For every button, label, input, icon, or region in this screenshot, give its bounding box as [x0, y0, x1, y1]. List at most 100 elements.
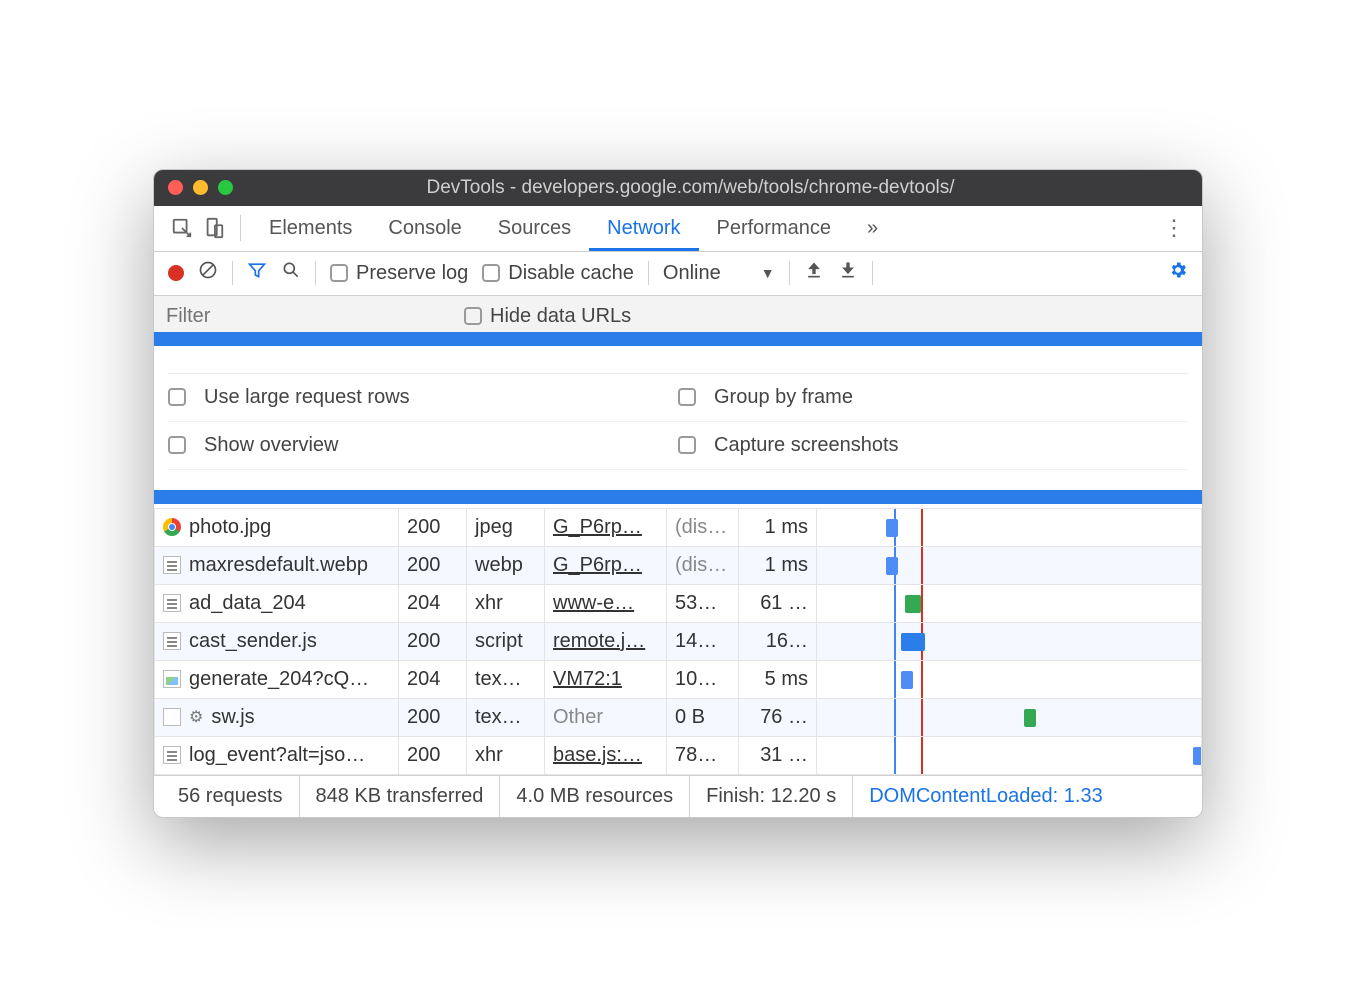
initiator-link[interactable]: remote.j… — [553, 630, 645, 652]
tab-sources[interactable]: Sources — [480, 206, 589, 251]
table-row[interactable]: ad_data_204204xhrwww-e…53…61 … — [155, 584, 1202, 622]
hide-data-urls-checkbox[interactable]: Hide data URLs — [464, 305, 631, 328]
kebab-menu-icon[interactable]: ⋮ — [1158, 215, 1190, 241]
separator — [232, 261, 233, 285]
status-cell: 204 — [399, 660, 467, 698]
waterfall-cell — [817, 508, 1202, 546]
separator — [872, 261, 873, 285]
waterfall-bar — [901, 671, 913, 689]
table-row[interactable]: cast_sender.js200scriptremote.j…14…16… — [155, 622, 1202, 660]
record-button[interactable] — [168, 265, 184, 281]
checkbox-icon — [464, 307, 482, 325]
panel-tabstrip: ElementsConsoleSourcesNetworkPerformance… — [154, 206, 1202, 252]
table-header-peek — [168, 470, 1188, 488]
size-cell: (dis… — [667, 508, 739, 546]
initiator-link[interactable]: Other — [553, 706, 603, 728]
status-dcl: DOMContentLoaded: 1.33 — [853, 776, 1119, 817]
titlebar[interactable]: DevTools - developers.google.com/web/too… — [154, 170, 1202, 206]
divider — [240, 215, 241, 241]
size-cell: 0 B — [667, 698, 739, 736]
time-cell: 16… — [739, 622, 817, 660]
request-name: log_event?alt=jso… — [189, 744, 365, 767]
request-name: ad_data_204 — [189, 592, 306, 615]
preserve-log-checkbox[interactable]: Preserve log — [330, 262, 468, 285]
waterfall-bar — [1024, 709, 1036, 727]
file-icon — [163, 708, 181, 726]
time-cell: 61 … — [739, 584, 817, 622]
status-cell: 200 — [399, 546, 467, 584]
type-cell: tex… — [467, 660, 545, 698]
upload-har-button[interactable] — [804, 260, 824, 286]
waterfall-bar — [886, 557, 898, 575]
time-cell: 1 ms — [739, 508, 817, 546]
initiator-link[interactable]: www-e… — [553, 592, 634, 614]
throttling-select[interactable]: Online ▼ — [663, 262, 775, 285]
toggle-device-icon[interactable] — [198, 217, 230, 239]
zoom-window-button[interactable] — [218, 180, 233, 195]
waterfall-bar — [886, 519, 898, 537]
document-file-icon — [163, 746, 181, 764]
table-row[interactable]: ⚙sw.js200tex…Other0 B76 … — [155, 698, 1202, 736]
tab-elements[interactable]: Elements — [251, 206, 370, 251]
devtools-window: DevTools - developers.google.com/web/too… — [153, 169, 1203, 818]
status-cell: 200 — [399, 736, 467, 774]
group-by-frame-checkbox[interactable]: Group by frame — [678, 374, 1188, 422]
separator — [789, 261, 790, 285]
status-cell: 200 — [399, 698, 467, 736]
document-file-icon — [163, 556, 181, 574]
option-label: Use large request rows — [204, 386, 410, 409]
option-label: Group by frame — [714, 386, 853, 409]
traffic-lights — [168, 180, 233, 195]
waterfall-cell — [817, 622, 1202, 660]
clear-button[interactable] — [198, 260, 218, 286]
inspect-element-icon[interactable] — [166, 217, 198, 239]
download-har-button[interactable] — [838, 260, 858, 286]
show-overview-checkbox[interactable]: Show overview — [168, 422, 678, 470]
minimize-window-button[interactable] — [193, 180, 208, 195]
separator — [648, 261, 649, 285]
type-cell: tex… — [467, 698, 545, 736]
waterfall-cell — [817, 736, 1202, 774]
table-row[interactable]: maxresdefault.webp200webpG_P6rp…(dis…1 m… — [155, 546, 1202, 584]
document-file-icon — [163, 632, 181, 650]
waterfall-cell — [817, 584, 1202, 622]
initiator-link[interactable]: base.js:… — [553, 744, 642, 766]
tab-console[interactable]: Console — [370, 206, 479, 251]
checkbox-icon — [330, 264, 348, 282]
table-row[interactable]: generate_204?cQ…204tex…VM72:110…5 ms — [155, 660, 1202, 698]
requests-table: photo.jpg200jpegG_P6rp…(dis…1 msmaxresde… — [154, 508, 1202, 775]
type-cell: xhr — [467, 736, 545, 774]
type-cell: jpeg — [467, 508, 545, 546]
request-name: cast_sender.js — [189, 630, 317, 653]
filter-input[interactable] — [154, 296, 464, 337]
use-large-rows-checkbox[interactable]: Use large request rows — [168, 374, 678, 422]
initiator-link[interactable]: G_P6rp… — [553, 516, 642, 538]
waterfall-bar — [905, 595, 920, 613]
size-cell: 10… — [667, 660, 739, 698]
checkbox-icon — [168, 388, 186, 406]
checkbox-icon — [678, 436, 696, 454]
search-button[interactable] — [281, 260, 301, 286]
table-row[interactable]: log_event?alt=jso…200xhrbase.js:…78…31 … — [155, 736, 1202, 774]
table-row[interactable]: photo.jpg200jpegG_P6rp…(dis…1 ms — [155, 508, 1202, 546]
time-cell: 1 ms — [739, 546, 817, 584]
time-cell: 31 … — [739, 736, 817, 774]
initiator-link[interactable]: G_P6rp… — [553, 554, 642, 576]
tab-network[interactable]: Network — [589, 206, 698, 251]
capture-screenshots-checkbox[interactable]: Capture screenshots — [678, 422, 1188, 470]
close-window-button[interactable] — [168, 180, 183, 195]
initiator-link[interactable]: VM72:1 — [553, 668, 622, 690]
status-cell: 204 — [399, 584, 467, 622]
tab-performance[interactable]: Performance — [699, 206, 850, 251]
image-file-icon — [163, 670, 181, 688]
status-resources: 4.0 MB resources — [500, 776, 690, 817]
waterfall-cell — [817, 546, 1202, 584]
disable-cache-checkbox[interactable]: Disable cache — [482, 262, 634, 285]
type-cell: script — [467, 622, 545, 660]
more-tabs-button[interactable]: » — [849, 206, 896, 251]
settings-button[interactable] — [1168, 260, 1188, 286]
document-file-icon — [163, 594, 181, 612]
filter-toggle-button[interactable] — [247, 260, 267, 286]
request-name: generate_204?cQ… — [189, 668, 369, 691]
hide-data-urls-label: Hide data URLs — [490, 305, 631, 327]
